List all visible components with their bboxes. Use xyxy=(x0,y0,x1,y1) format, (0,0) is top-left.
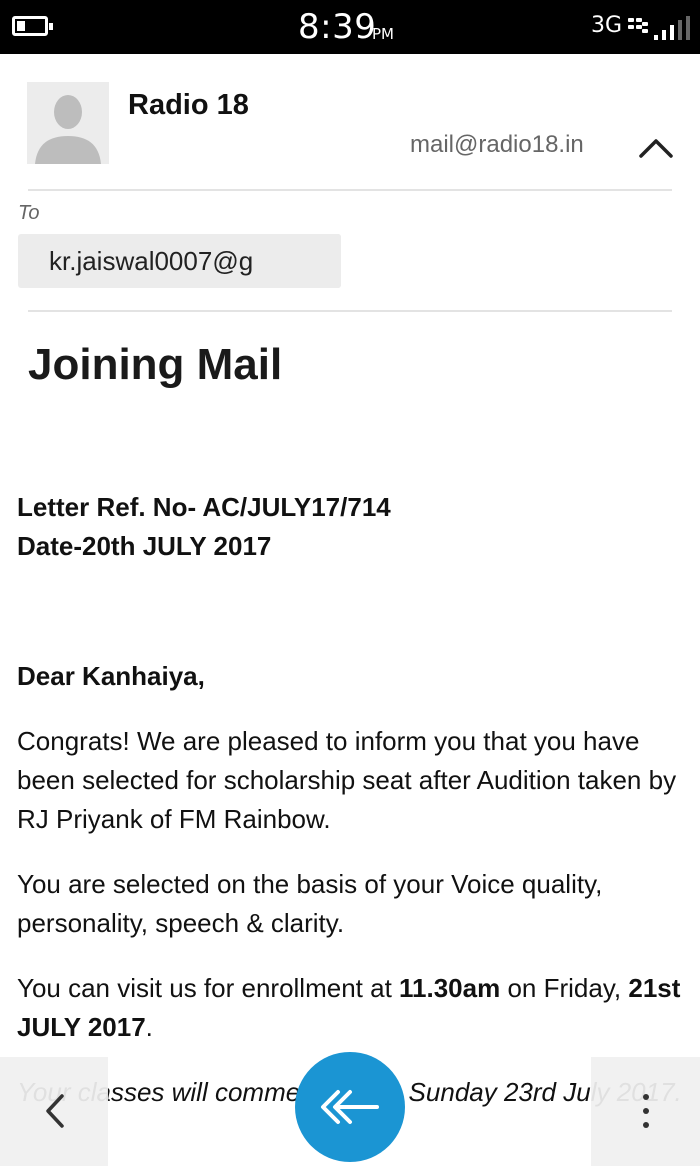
status-ampm: PM xyxy=(372,25,394,43)
signal-icon xyxy=(654,16,694,40)
letter-ref: Letter Ref. No- AC/JULY17/714 xyxy=(17,492,391,522)
sender-name: Radio 18 xyxy=(128,89,249,121)
reply-all-icon xyxy=(321,1090,379,1124)
to-label: To xyxy=(18,202,40,224)
chevron-up-icon[interactable] xyxy=(638,134,674,162)
chevron-left-icon xyxy=(46,1094,64,1128)
divider xyxy=(28,189,672,191)
reply-all-button[interactable] xyxy=(295,1052,405,1162)
status-time: 8:39 xyxy=(298,7,377,47)
network-type: 3G xyxy=(591,13,623,38)
recipient-email: kr.jaiswal0007@g xyxy=(49,246,254,276)
battery-icon xyxy=(12,16,53,36)
back-button[interactable] xyxy=(0,1057,108,1166)
more-options-button[interactable] xyxy=(591,1057,700,1166)
email-subject: Joining Mail xyxy=(28,340,283,389)
sender-avatar[interactable] xyxy=(27,82,109,164)
status-bar: 8:39 PM 3G xyxy=(0,0,700,54)
divider xyxy=(28,310,672,312)
sender-email: mail@radio18.in xyxy=(410,131,584,158)
recipient-chip[interactable]: kr.jaiswal0007@g xyxy=(18,234,341,288)
person-icon xyxy=(27,82,109,164)
paragraph-enrollment: You can visit us for enrollment at 11.30… xyxy=(17,973,681,1042)
blackberry-icon xyxy=(628,18,648,36)
paragraph-congrats: Congrats! We are pleased to inform you t… xyxy=(17,726,677,834)
greeting: Dear Kanhaiya, xyxy=(17,661,205,691)
paragraph-selection-basis: You are selected on the basis of your Vo… xyxy=(17,869,603,938)
letter-date: Date-20th JULY 2017 xyxy=(17,531,272,561)
